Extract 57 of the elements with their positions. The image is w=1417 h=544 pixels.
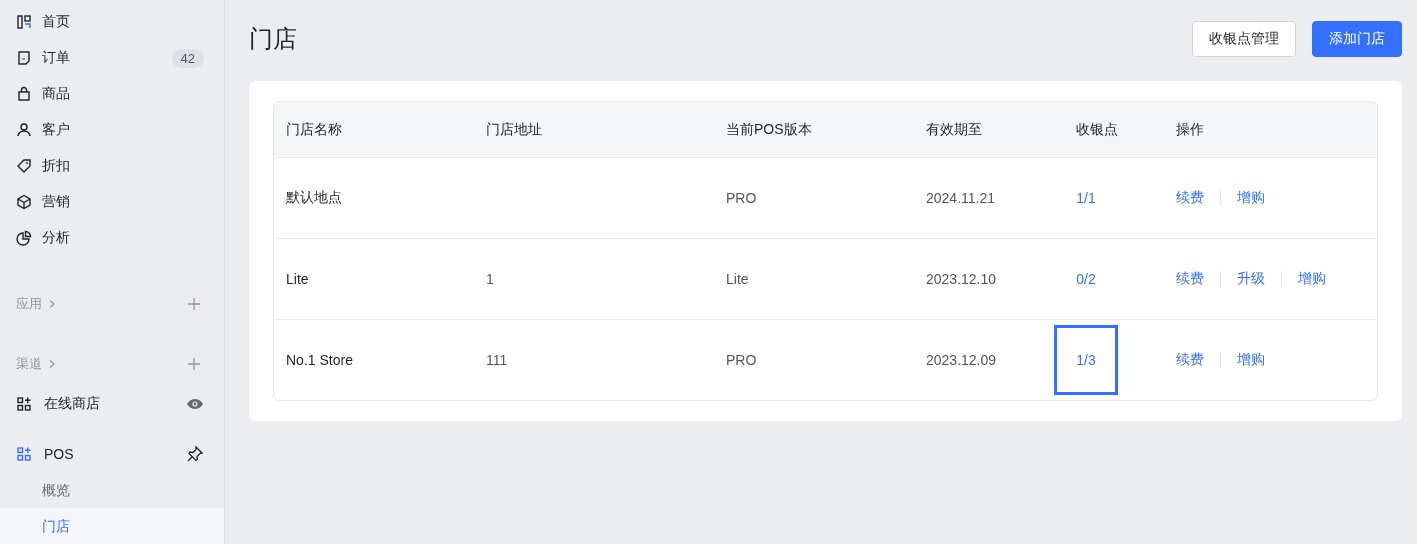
section-heading[interactable]: 渠道 [16, 355, 56, 373]
shopping-bag-icon [16, 86, 32, 102]
sub-nav-item[interactable]: 概览 [0, 472, 224, 508]
column-header: 当前POS版本 [726, 120, 813, 139]
action-link[interactable]: 增购 [1237, 189, 1265, 207]
tag-icon [16, 158, 32, 174]
register-count-link[interactable]: 0/2 [1054, 244, 1118, 314]
chevron-icon [48, 299, 56, 309]
sub-nav-item[interactable]: 门店 [0, 508, 224, 544]
nav-item[interactable]: 订单 42 [0, 40, 224, 76]
layout-icon [16, 14, 32, 30]
page-title: 门店 [249, 23, 297, 54]
table-cell-text: 2023.12.10 [926, 271, 998, 287]
column-header: 操作 [1176, 120, 1205, 139]
column-header: 有效期至 [926, 120, 983, 139]
column-header: 门店地址 [486, 120, 543, 139]
action-link[interactable]: 增购 [1237, 351, 1265, 369]
nav-item[interactable]: 分析 [0, 220, 224, 256]
pie-chart-icon [16, 230, 32, 246]
nav-item[interactable]: 客户 [0, 112, 224, 148]
eye-icon[interactable] [186, 398, 204, 410]
table-cell-text: PRO [726, 352, 758, 368]
section-heading[interactable]: 应用 [16, 295, 56, 313]
document-icon [16, 50, 32, 66]
action-link[interactable]: 续费 [1176, 189, 1204, 207]
table-cell-text: Lite [726, 271, 750, 287]
nav-item[interactable]: 折扣 [0, 148, 224, 184]
chevron-icon [48, 359, 56, 369]
action-button[interactable]: 收银点管理 [1192, 20, 1296, 57]
table-cell-text: 默认地点 [286, 189, 343, 207]
action-link[interactable]: 增购 [1298, 270, 1326, 288]
table-cell-text: 2023.12.09 [926, 352, 998, 368]
channel-item[interactable]: 在线商店 [0, 386, 224, 422]
action-button[interactable]: 添加门店 [1312, 20, 1402, 57]
register-count-link[interactable]: 1/3 [1054, 325, 1118, 395]
person-icon [16, 122, 32, 138]
table-cell-text: Lite [286, 271, 310, 287]
grid-icon [16, 446, 32, 462]
column-header: 门店名称 [286, 120, 343, 139]
pos-item[interactable]: POS [0, 436, 224, 472]
grid-icon [16, 396, 32, 412]
nav-item[interactable]: 首页 [0, 4, 224, 40]
action-link[interactable]: 续费 [1176, 351, 1204, 369]
cube-icon [16, 194, 32, 210]
table-cell-text: PRO [726, 190, 758, 206]
table-cell-text: 2024.11.21 [926, 190, 997, 206]
register-count-link[interactable]: 1/1 [1054, 163, 1118, 233]
action-link[interactable]: 续费 [1176, 270, 1204, 288]
table-cell-text: No.1 Store [286, 352, 354, 368]
nav-item[interactable]: 商品 [0, 76, 224, 112]
count-badge: 42 [171, 48, 204, 68]
nav-item[interactable]: 营销 [0, 184, 224, 220]
pin-icon[interactable] [186, 445, 204, 463]
table-cell-text: 111 [486, 352, 509, 368]
column-header: 收银点 [1076, 120, 1119, 139]
action-link[interactable]: 升级 [1237, 270, 1265, 288]
table-cell-text: 1 [486, 271, 495, 287]
